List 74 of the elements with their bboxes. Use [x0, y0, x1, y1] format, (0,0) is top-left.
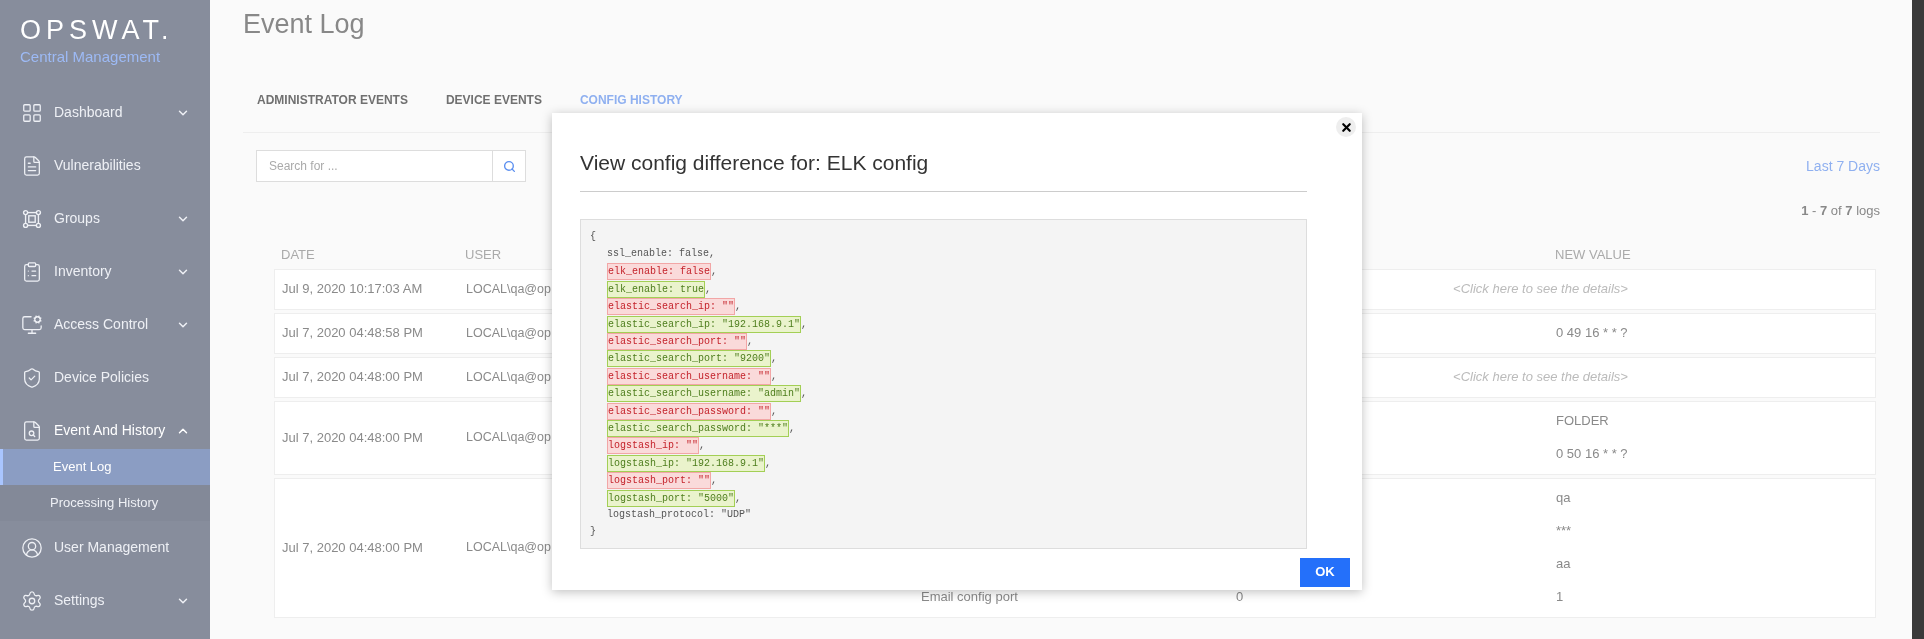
search-icon	[502, 159, 516, 173]
sidebar-item[interactable]: Inventory	[0, 245, 210, 298]
code-punctuation: ,	[801, 387, 808, 402]
table-cell: FOLDER	[1556, 413, 1609, 429]
page-title: Event Log	[243, 9, 365, 39]
nodes-icon	[21, 207, 43, 230]
date-cell-text: Jul 7, 2020 04:48:00 PM	[282, 428, 423, 447]
grid-icon	[21, 101, 43, 124]
user-cell-text: LOCAL\qa@op	[466, 324, 551, 342]
code-punctuation: ,	[771, 352, 778, 367]
code-line: ssl_enable: false,	[607, 247, 716, 259]
date-cell-text: Jul 7, 2020 04:48:58 PM	[282, 324, 423, 343]
code-punctuation: ,	[711, 265, 718, 280]
code-punctuation: ,	[705, 282, 712, 297]
shield-icon	[21, 366, 43, 389]
user-cell-text: LOCAL\qa@op	[466, 368, 551, 386]
dialog-title: View config difference for: ELK config	[580, 151, 929, 174]
code-punctuation: ,	[765, 456, 772, 471]
tab[interactable]: DEVICE EVENTS	[441, 86, 546, 133]
column-header: NEW VALUE	[1555, 245, 1631, 264]
code-punctuation: ,	[771, 404, 778, 419]
user-icon	[21, 536, 43, 559]
monitor-icon	[21, 313, 43, 336]
document-icon	[21, 154, 43, 177]
code-line: }	[590, 525, 597, 540]
log-count: 1 - 7 of 7 logs	[1801, 202, 1880, 220]
tab[interactable]: ADMINISTRATOR EVENTS	[253, 86, 412, 133]
table-cell: 1	[1556, 589, 1564, 605]
close-button[interactable]	[1336, 117, 1356, 137]
table-cell: 0	[1236, 589, 1244, 605]
sidebar-item[interactable]: Vulnerabilities	[0, 139, 210, 192]
sidebar-item[interactable]: Dashboard	[0, 86, 210, 139]
code-line: {	[590, 229, 597, 244]
code-punctuation: ,	[789, 422, 796, 436]
user-cell-text: LOCAL\qa@op	[466, 280, 551, 298]
column-header: DATE	[281, 245, 315, 264]
logo-subtitle: Central Management	[20, 48, 162, 66]
date-cell-text: Jul 7, 2020 04:48:00 PM	[282, 538, 423, 557]
logo: OPSWAT.	[20, 14, 175, 46]
code-line: logstash_protocol: "UDP"	[607, 508, 752, 520]
close-icon	[1339, 120, 1353, 134]
code-punctuation: ,	[747, 335, 754, 350]
date-cell-text: Jul 7, 2020 04:48:00 PM	[282, 368, 423, 387]
details-link[interactable]: <Click here to see the details>	[1453, 279, 1628, 299]
date-range-link[interactable]: Last 7 Days	[1806, 156, 1880, 177]
user-cell-text: LOCAL\qa@op	[466, 429, 551, 447]
table-cell: 0 50 16 * * ?	[1556, 446, 1628, 462]
table-cell: ***	[1556, 523, 1572, 539]
settings-icon	[21, 589, 43, 612]
table-cell: qa	[1556, 490, 1571, 506]
clipboard-icon	[21, 260, 43, 283]
submenu-item[interactable]: Processing History	[0, 485, 210, 521]
search-field[interactable]: Search for ...	[256, 150, 493, 182]
code-punctuation: ,	[801, 317, 808, 332]
code-punctuation: ,	[771, 369, 778, 384]
sidebar-item[interactable]: Settings	[0, 574, 210, 627]
ok-button[interactable]: OK	[1300, 557, 1350, 587]
date-cell-text: Jul 9, 2020 10:17:03 AM	[282, 280, 423, 299]
sidebar-item[interactable]: Access Control	[0, 298, 210, 351]
code-punctuation: ,	[735, 491, 742, 506]
code-punctuation: ,	[735, 300, 742, 315]
sidebar-item[interactable]: Groups	[0, 192, 210, 245]
table-cell: Email config port	[921, 589, 1018, 605]
sidebar-item[interactable]: Device Policies	[0, 351, 210, 404]
column-header: USER	[465, 245, 502, 264]
table-cell: 0 49 16 * * ?	[1556, 325, 1628, 341]
details-link[interactable]: <Click here to see the details>	[1453, 367, 1628, 387]
code-punctuation: ,	[711, 474, 718, 489]
code-punctuation: ,	[699, 439, 706, 454]
submenu-item[interactable]: Event Log	[0, 449, 210, 485]
sidebar-item[interactable]: User Management	[0, 521, 210, 574]
table-cell: aa	[1556, 556, 1571, 572]
file-search-icon	[21, 419, 43, 442]
user-cell-text: LOCAL\qa@op	[466, 539, 551, 557]
